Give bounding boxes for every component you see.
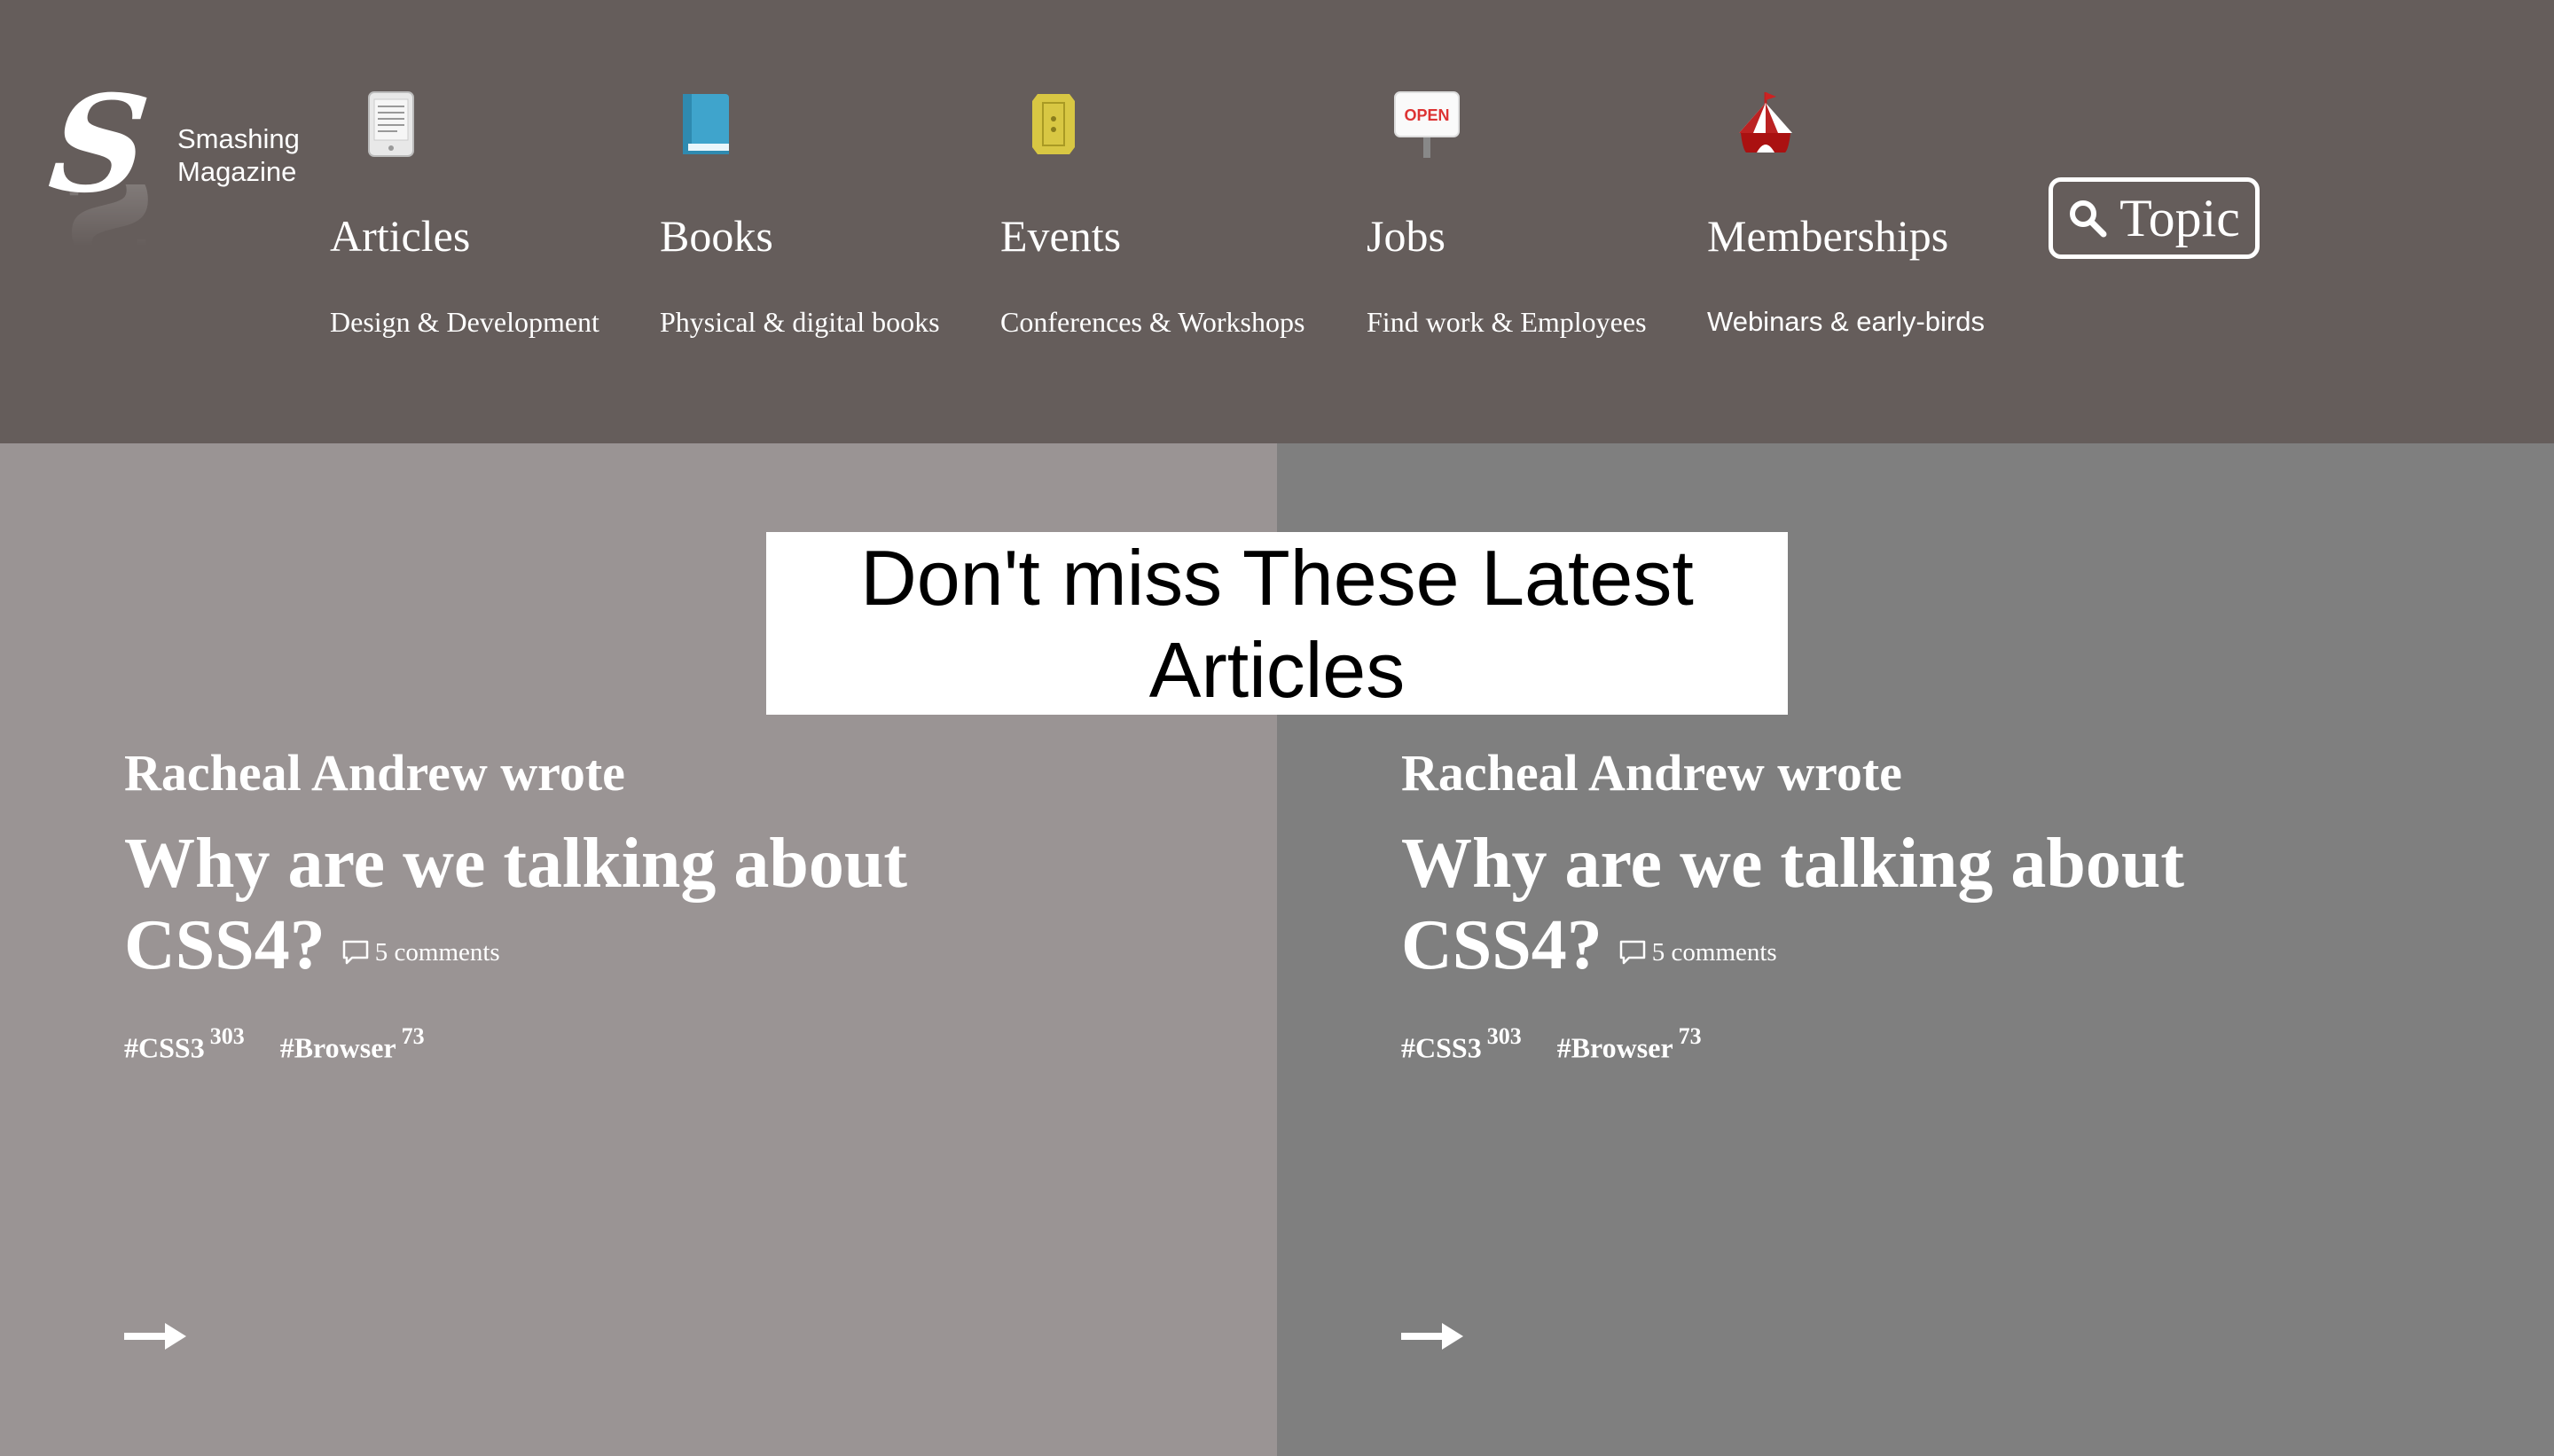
circus-tent-icon bbox=[1730, 89, 1801, 160]
tag-name: #Browser bbox=[1556, 1031, 1673, 1064]
tag-name: #CSS3 bbox=[124, 1031, 205, 1064]
site-logo[interactable]: S S Smashing Magazine bbox=[37, 67, 321, 273]
tag-count: 73 bbox=[401, 1023, 425, 1049]
nav-title-articles: Articles bbox=[330, 211, 471, 261]
tag-css3[interactable]: #CSS3 303 bbox=[124, 1023, 245, 1065]
tag-list: #CSS3 303 #Browser 73 bbox=[124, 1023, 457, 1065]
topic-button-label: Topic bbox=[2119, 188, 2240, 247]
tag-browser[interactable]: #Browser 73 bbox=[279, 1023, 425, 1065]
nav-title-jobs: Jobs bbox=[1367, 211, 1445, 261]
open-sign-icon: OPEN bbox=[1391, 89, 1462, 160]
article-title[interactable]: Why are we talking about CSS4? 5 comments bbox=[1401, 823, 2377, 986]
comments-count: 5 comments bbox=[1651, 937, 1777, 967]
article-title-text[interactable]: Why are we talking about CSS4? bbox=[124, 825, 907, 984]
banner-line-1: Don't miss These Latest bbox=[860, 534, 1694, 622]
tag-name: #Browser bbox=[279, 1031, 396, 1064]
banner-line-2: Articles bbox=[1148, 626, 1406, 714]
latest-articles-banner: Don't miss These Latest Articles bbox=[766, 532, 1788, 715]
nav-subtitle-articles: Design & Development bbox=[330, 306, 599, 338]
nav-subtitle-books: Physical & digital books bbox=[660, 306, 940, 338]
logo-line-2: Magazine bbox=[177, 156, 297, 187]
search-icon bbox=[2070, 200, 2107, 238]
topic-search-button[interactable]: Topic bbox=[2049, 177, 2260, 259]
book-icon bbox=[672, 89, 743, 160]
tag-css3[interactable]: #CSS3 303 bbox=[1401, 1023, 1522, 1065]
nav-title-memberships: Memberships bbox=[1707, 211, 1949, 261]
nav-subtitle-jobs: Find work & Employees bbox=[1367, 306, 1647, 338]
comment-bubble-icon bbox=[1619, 940, 1646, 964]
tag-count: 303 bbox=[209, 1023, 245, 1049]
site-header: S S Smashing Magazine Articles Design & … bbox=[0, 0, 2554, 443]
open-sign-text: OPEN bbox=[1404, 106, 1449, 124]
tag-name: #CSS3 bbox=[1401, 1031, 1482, 1064]
nav-subtitle-memberships: Webinars & early-birds bbox=[1707, 306, 1985, 337]
article-author: Racheal Andrew wrote bbox=[124, 744, 625, 802]
tag-count: 73 bbox=[1678, 1023, 1702, 1049]
comments-link[interactable]: 5 comments bbox=[1618, 939, 1777, 966]
article-title[interactable]: Why are we talking about CSS4? 5 comments bbox=[124, 823, 1100, 986]
logo-reflection: S bbox=[53, 184, 167, 273]
read-more-arrow-icon[interactable] bbox=[124, 1321, 188, 1351]
comment-bubble-icon bbox=[342, 940, 369, 964]
tag-list: #CSS3 303 #Browser 73 bbox=[1401, 1023, 1734, 1065]
comments-count: 5 comments bbox=[374, 937, 500, 967]
article-author: Racheal Andrew wrote bbox=[1401, 744, 1902, 802]
nav-title-books: Books bbox=[660, 211, 773, 261]
tag-count: 303 bbox=[1486, 1023, 1522, 1049]
article-title-text[interactable]: Why are we talking about CSS4? bbox=[1401, 825, 2184, 984]
ereader-icon bbox=[356, 89, 427, 160]
comments-link[interactable]: 5 comments bbox=[341, 939, 500, 966]
ticket-icon bbox=[1018, 89, 1089, 160]
tag-browser[interactable]: #Browser 73 bbox=[1556, 1023, 1702, 1065]
logo-line-1: Smashing bbox=[177, 123, 300, 154]
read-more-arrow-icon[interactable] bbox=[1401, 1321, 1465, 1351]
nav-title-events: Events bbox=[1000, 211, 1122, 261]
logo-wordmark: Smashing Magazine bbox=[177, 122, 328, 188]
nav-subtitle-events: Conferences & Workshops bbox=[1000, 306, 1305, 338]
